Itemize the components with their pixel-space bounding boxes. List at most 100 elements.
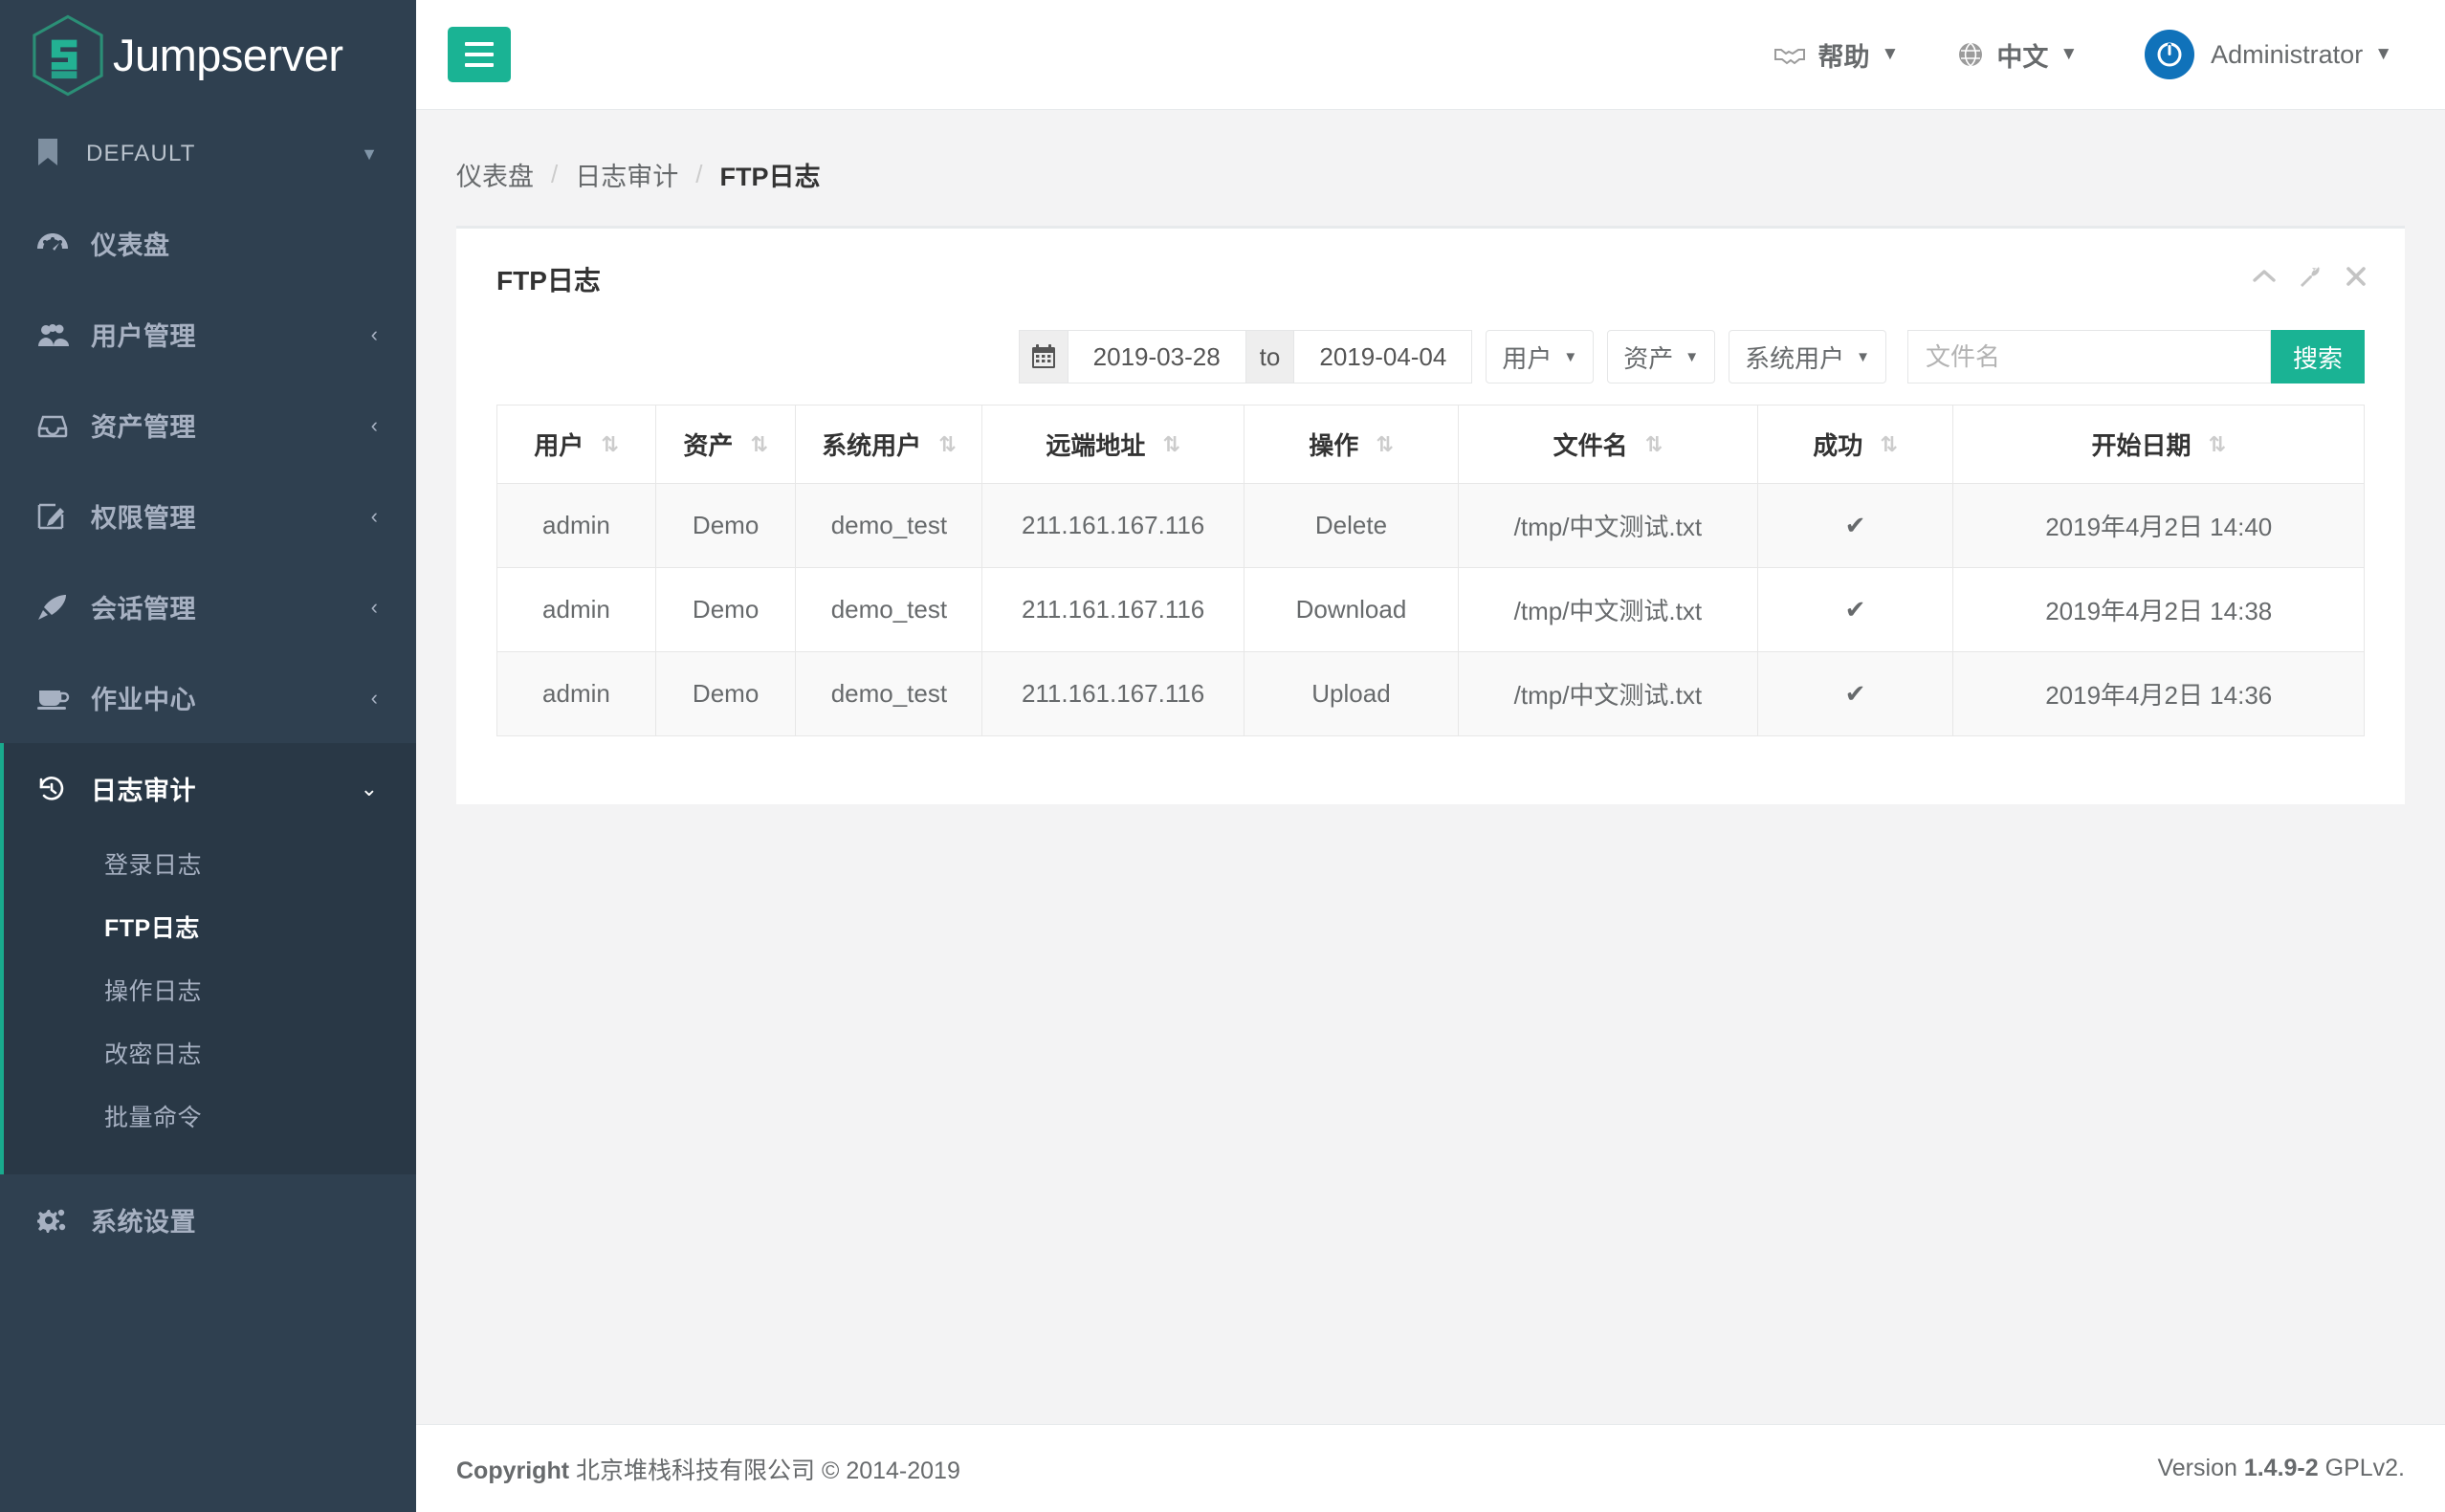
sidebar-subitem-login-log[interactable]: 登录日志 — [4, 834, 416, 897]
sidebar-item-label: 系统设置 — [91, 1208, 196, 1237]
search-button[interactable]: 搜索 — [2270, 330, 2365, 383]
hamburger-icon-bar — [465, 63, 494, 67]
footer-copyright: Copyright 北京堆栈科技有限公司 © 2014-2019 — [456, 1452, 2157, 1486]
topbar: 帮助 ▼ 中文 ▼ Administrator ▼ — [416, 0, 2445, 110]
column-header-start-date[interactable]: 开始日期 ⇅ — [1952, 405, 2365, 484]
sidebar-item-session-management[interactable]: 会话管理 ‹ — [0, 561, 416, 652]
sort-icon: ⇅ — [601, 431, 619, 456]
column-label: 资产 — [683, 431, 734, 460]
chevron-left-icon[interactable]: ‹ — [371, 504, 378, 529]
footer-copyright-text: 北京堆栈科技有限公司 © 2014-2019 — [576, 1457, 960, 1484]
chevron-down-icon[interactable]: ▼ — [361, 144, 378, 164]
cell-operation: Download — [1243, 567, 1460, 652]
column-header-operation[interactable]: 操作 ⇅ — [1243, 405, 1460, 484]
language-label: 中文 — [1996, 42, 2049, 72]
globe-icon — [1958, 42, 1983, 67]
table-row[interactable]: admin Demo demo_test 211.161.167.116 Upl… — [496, 651, 2365, 736]
asset-filter-dropdown[interactable]: 资产 ▼ — [1607, 330, 1716, 383]
cell-success-check-icon: ✔ — [1756, 483, 1954, 568]
sidebar-item-user-management[interactable]: 用户管理 ‹ — [0, 289, 416, 380]
sidebar-item-audit-log[interactable]: 日志审计 ⌄ — [4, 743, 416, 834]
user-label: Administrator — [2211, 39, 2364, 69]
chevron-left-icon[interactable]: ‹ — [371, 413, 378, 438]
sort-icon: ⇅ — [1376, 431, 1394, 456]
sidebar-profile[interactable]: DEFAULT ▼ — [0, 110, 416, 198]
breadcrumb-separator: / — [695, 160, 703, 188]
asset-filter-label: 资产 — [1623, 343, 1674, 373]
sidebar-subitem-ftp-log[interactable]: FTP日志 — [4, 897, 416, 960]
cell-remote-address: 211.161.167.116 — [981, 651, 1245, 736]
column-label: 开始日期 — [2091, 431, 2192, 460]
date-range-group: to — [1018, 330, 1473, 383]
cell-asset: Demo — [654, 567, 797, 652]
breadcrumb-item-audit-log[interactable]: 日志审计 — [575, 156, 678, 193]
calendar-icon[interactable] — [1018, 330, 1068, 383]
cell-filename: /tmp/中文测试.txt — [1458, 483, 1758, 568]
footer-version-value: 1.4.9-2 — [2243, 1455, 2319, 1481]
close-icon[interactable] — [2346, 266, 2367, 287]
column-header-asset[interactable]: 资产 ⇅ — [654, 405, 797, 484]
cell-system-user: demo_test — [795, 651, 983, 736]
page-title: FTP日志 — [496, 266, 601, 296]
column-label: 文件名 — [1553, 431, 1628, 460]
cell-operation: Delete — [1243, 483, 1460, 568]
date-to-input[interactable] — [1294, 330, 1473, 383]
cell-start-date: 2019年4月2日 14:40 — [1952, 483, 2365, 568]
date-from-input[interactable] — [1068, 330, 1246, 383]
cell-remote-address: 211.161.167.116 — [981, 567, 1245, 652]
date-range-separator-label: to — [1245, 330, 1295, 383]
content-area: FTP日志 2019-03-28 to 2019-04-04 用户 ▼ 资产 ▼… — [416, 226, 2445, 1424]
search-input[interactable] — [1906, 330, 2271, 383]
collapse-icon[interactable] — [2252, 268, 2277, 285]
sidebar-item-label: 仪表盘 — [91, 231, 170, 260]
column-header-success[interactable]: 成功 ⇅ — [1756, 405, 1954, 484]
panel-header: FTP日志 — [456, 229, 2405, 311]
table-header-row: 用户 ⇅ 资产 ⇅ 系统用户 ⇅ 远端地址 ⇅ 操作 ⇅ 文件名 ⇅ 成功 ⇅ 开始日期 ⇅ — [496, 405, 2365, 484]
cell-remote-address: 211.161.167.116 — [981, 483, 1245, 568]
column-header-system-user[interactable]: 系统用户 ⇅ — [795, 405, 983, 484]
column-label: 远端地址 — [1046, 431, 1146, 460]
caret-down-icon: ▼ — [1685, 348, 1700, 365]
filter-toolbar: to 用户 ▼ 资产 ▼ 系统用户 ▼ — [496, 311, 2365, 405]
cell-start-date: 2019年4月2日 14:38 — [1952, 567, 2365, 652]
bookmark-icon — [36, 138, 65, 171]
footer-version: Version 1.4.9-2 GPLv2. — [2157, 1455, 2405, 1482]
sidebar-item-dashboard[interactable]: 仪表盘 — [0, 198, 416, 289]
column-header-remote-address[interactable]: 远端地址 ⇅ — [981, 405, 1245, 484]
brand[interactable]: Jumpserver — [0, 0, 416, 110]
footer-version-suffix: GPLv2. — [2324, 1455, 2405, 1481]
cell-start-date: 2019年4月2日 14:36 — [1952, 651, 2365, 736]
caret-down-icon: ▼ — [1563, 348, 1578, 365]
sidebar-item-job-center[interactable]: 作业中心 ‹ — [0, 652, 416, 743]
table-body: admin Demo demo_test 211.161.167.116 Del… — [496, 483, 2365, 736]
sidebar-subitem-operation-log[interactable]: 操作日志 — [4, 960, 416, 1023]
gears-icon — [37, 1207, 72, 1234]
language-menu[interactable]: 中文 ▼ — [1958, 36, 2078, 74]
ftp-log-panel: FTP日志 2019-03-28 to 2019-04-04 用户 ▼ 资产 ▼… — [456, 226, 2405, 804]
system-user-filter-dropdown[interactable]: 系统用户 ▼ — [1729, 330, 1886, 383]
table-row[interactable]: admin Demo demo_test 211.161.167.116 Dow… — [496, 567, 2365, 652]
breadcrumb-item-dashboard[interactable]: 仪表盘 — [456, 156, 534, 193]
chevron-left-icon[interactable]: ‹ — [371, 322, 378, 347]
help-menu[interactable]: 帮助 ▼ — [1773, 36, 1899, 74]
column-header-filename[interactable]: 文件名 ⇅ — [1458, 405, 1758, 484]
sidebar-subitem-password-change-log[interactable]: 改密日志 — [4, 1023, 416, 1086]
chevron-left-icon[interactable]: ‹ — [371, 686, 378, 711]
cell-system-user: demo_test — [795, 483, 983, 568]
chevron-left-icon[interactable]: ‹ — [371, 595, 378, 620]
cell-success-check-icon: ✔ — [1756, 651, 1954, 736]
sidebar-item-system-settings[interactable]: 系统设置 — [0, 1174, 416, 1265]
wrench-icon[interactable] — [2300, 265, 2323, 288]
breadcrumb-item-ftp-log: FTP日志 — [719, 163, 821, 191]
sidebar-item-asset-management[interactable]: 资产管理 ‹ — [0, 380, 416, 471]
sidebar-subitem-batch-command[interactable]: 批量命令 — [4, 1086, 416, 1150]
cell-filename: /tmp/中文测试.txt — [1458, 567, 1758, 652]
chevron-down-icon[interactable]: ⌄ — [361, 777, 378, 801]
column-header-user[interactable]: 用户 ⇅ — [496, 405, 656, 484]
user-filter-dropdown[interactable]: 用户 ▼ — [1486, 330, 1595, 383]
sidebar-item-label: 日志审计 — [91, 777, 196, 805]
table-row[interactable]: admin Demo demo_test 211.161.167.116 Del… — [496, 483, 2365, 568]
sidebar-item-permission-management[interactable]: 权限管理 ‹ — [0, 471, 416, 561]
menu-toggle-button[interactable] — [448, 27, 511, 82]
user-menu[interactable]: Administrator ▼ — [2145, 30, 2392, 79]
